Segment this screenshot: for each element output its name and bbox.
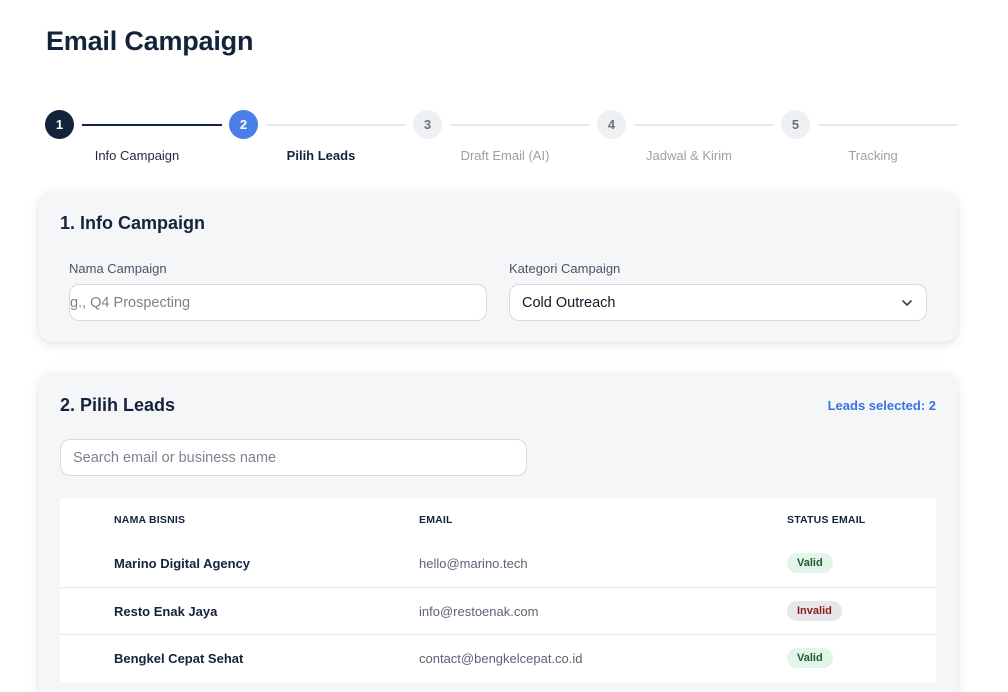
column-header-name: NAMA BISNIS xyxy=(114,514,186,526)
step-5-indicator[interactable]: 5 xyxy=(781,110,810,139)
progress-stepper: 1 2 3 4 5 Info Campaign Pilih Leads Draf… xyxy=(0,108,1008,172)
step-5-label: Tracking xyxy=(848,148,898,163)
status-badge: Valid xyxy=(787,648,833,668)
column-header-status: STATUS EMAIL xyxy=(787,514,866,526)
info-campaign-title: 1. Info Campaign xyxy=(60,213,206,233)
campaign-category-select[interactable]: Cold Outreach xyxy=(509,284,927,321)
pilih-leads-card: 2. Pilih Leads Leads selected: 2 Search … xyxy=(38,372,958,692)
chevron-down-icon xyxy=(902,300,912,306)
step-2-label: Pilih Leads xyxy=(286,148,356,163)
info-campaign-card: 1. Info Campaign Nama Campaign g., Q4 Pr… xyxy=(38,191,958,342)
step-3-label: Draft Email (AI) xyxy=(460,148,550,163)
table-row[interactable]: Resto Enak Jaya info@restoenak.com Inval… xyxy=(60,587,936,634)
lead-name: Marino Digital Agency xyxy=(114,556,251,571)
step-4-indicator[interactable]: 4 xyxy=(597,110,626,139)
step-2-indicator[interactable]: 2 xyxy=(229,110,258,139)
leads-search-input[interactable]: Search email or business name xyxy=(60,439,527,476)
lead-email: info@restoenak.com xyxy=(419,604,539,619)
step-4-label: Jadwal & Kirim xyxy=(646,148,732,163)
step-1-label: Info Campaign xyxy=(94,148,180,163)
table-row[interactable]: Bengkel Cepat Sehat contact@bengkelcepat… xyxy=(60,634,936,681)
step-connector-2 xyxy=(266,124,406,126)
table-row[interactable]: Marino Digital Agency hello@marino.tech … xyxy=(60,540,936,587)
step-connector-1 xyxy=(82,124,222,126)
step-connector-3 xyxy=(450,124,590,126)
step-connector-5 xyxy=(818,124,958,126)
lead-name: Resto Enak Jaya xyxy=(114,604,218,619)
status-badge: Valid xyxy=(787,553,833,573)
campaign-name-label: Nama Campaign xyxy=(69,261,167,276)
leads-selected-count: Leads selected: 2 xyxy=(827,398,936,413)
campaign-name-placeholder: g., Q4 Prospecting xyxy=(70,294,191,311)
lead-email: hello@marino.tech xyxy=(419,556,528,571)
campaign-category-label: Kategori Campaign xyxy=(509,261,621,276)
lead-email: contact@bengkelcepat.co.id xyxy=(419,651,583,666)
step-1-indicator[interactable]: 1 xyxy=(45,110,74,139)
leads-search-placeholder: Search email or business name xyxy=(73,449,277,466)
lead-name: Bengkel Cepat Sehat xyxy=(114,651,244,666)
leads-table: NAMA BISNIS EMAIL STATUS EMAIL Marino Di… xyxy=(60,498,936,682)
pilih-leads-title: 2. Pilih Leads xyxy=(60,395,176,415)
campaign-category-value: Cold Outreach xyxy=(522,294,616,311)
column-header-email: EMAIL xyxy=(419,514,453,526)
campaign-name-input[interactable]: g., Q4 Prospecting xyxy=(69,284,487,321)
step-3-indicator[interactable]: 3 xyxy=(413,110,442,139)
page-title: Email Campaign xyxy=(46,26,254,56)
step-connector-4 xyxy=(634,124,774,126)
status-badge: Invalid xyxy=(787,601,842,621)
